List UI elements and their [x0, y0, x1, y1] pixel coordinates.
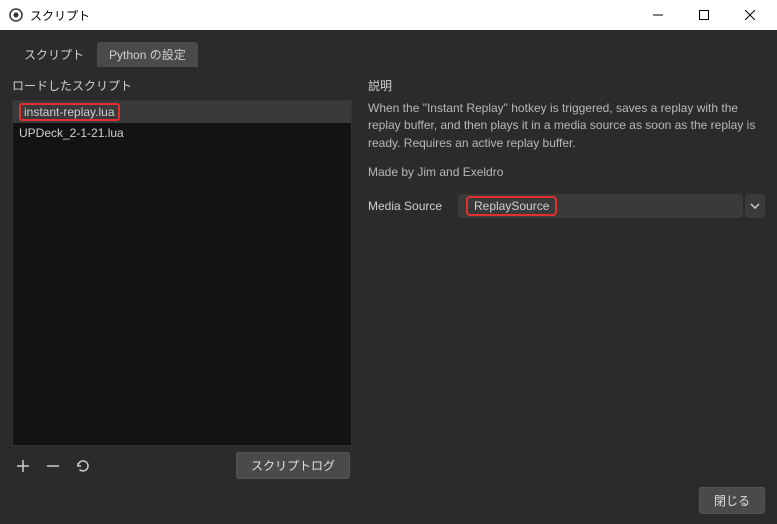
description-text-2: Made by Jim and Exeldro	[368, 164, 765, 181]
footer: 閉じる	[8, 485, 769, 516]
window-controls	[635, 0, 773, 30]
close-button[interactable]	[727, 0, 773, 30]
minimize-button[interactable]	[635, 0, 681, 30]
script-item-instant-replay[interactable]: instant-replay.lua	[13, 101, 351, 123]
tab-scripts[interactable]: スクリプト	[12, 42, 96, 67]
tab-bar: スクリプト Python の設定	[12, 42, 769, 67]
window-body: スクリプト Python の設定 ロードしたスクリプト instant-repl…	[0, 30, 777, 524]
description-text-1: When the "Instant Replay" hotkey is trig…	[368, 100, 765, 152]
window-title: スクリプト	[30, 7, 635, 24]
close-dialog-button[interactable]: 閉じる	[699, 487, 765, 514]
media-source-select[interactable]: ReplaySource	[458, 194, 743, 218]
right-panel: 説明 When the "Instant Replay" hotkey is t…	[368, 77, 765, 485]
media-source-row: Media Source ReplaySource	[368, 194, 765, 218]
remove-script-icon[interactable]	[44, 457, 62, 475]
reload-script-icon[interactable]	[74, 457, 92, 475]
tab-python-settings[interactable]: Python の設定	[97, 42, 198, 67]
script-list[interactable]: instant-replay.lua UPDeck_2-1-21.lua	[12, 100, 352, 446]
maximize-button[interactable]	[681, 0, 727, 30]
description-label: 説明	[368, 77, 765, 94]
content-area: ロードしたスクリプト instant-replay.lua UPDeck_2-1…	[8, 69, 769, 485]
script-name-highlight: instant-replay.lua	[19, 103, 120, 121]
media-source-select-wrap: ReplaySource	[458, 194, 765, 218]
left-panel: ロードしたスクリプト instant-replay.lua UPDeck_2-1…	[12, 77, 352, 485]
media-source-value: ReplaySource	[466, 196, 557, 216]
media-source-label: Media Source	[368, 199, 448, 213]
chevron-down-icon[interactable]	[745, 194, 765, 218]
script-item-updeck[interactable]: UPDeck_2-1-21.lua	[13, 123, 351, 143]
app-icon	[8, 7, 24, 23]
loaded-scripts-label: ロードしたスクリプト	[12, 77, 352, 94]
script-log-button[interactable]: スクリプトログ	[236, 452, 350, 479]
titlebar: スクリプト	[0, 0, 777, 30]
script-toolbar: スクリプトログ	[12, 446, 352, 485]
add-script-icon[interactable]	[14, 457, 32, 475]
